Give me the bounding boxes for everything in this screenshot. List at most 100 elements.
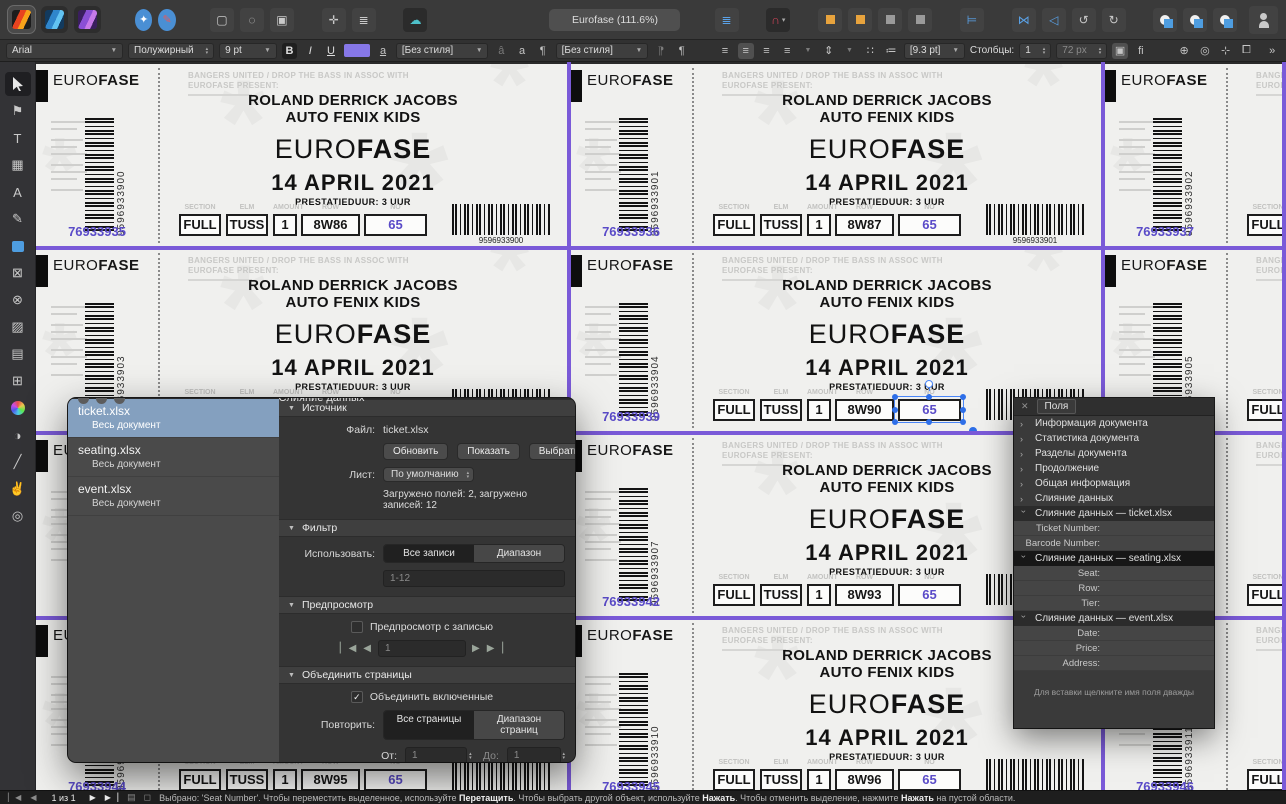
field-row[interactable]: Seat: [1014,566,1214,581]
box-frame-icon[interactable]: ▣ [270,8,294,32]
field-group[interactable]: ›Статистика документа [1014,431,1214,446]
ticket-number[interactable]: 76933944 [42,779,152,790]
bool-subtract-icon[interactable] [1183,8,1207,32]
field-group[interactable]: ›Слияние данных [1014,491,1214,506]
toolbar-overflow-chevron[interactable]: » [1264,43,1280,59]
show-button[interactable]: Показать [457,443,520,460]
ticket-number[interactable]: 76933942 [576,594,686,609]
pen-tool[interactable]: ✎ [5,207,31,231]
field-group[interactable]: ›Продолжение [1014,461,1214,476]
tier-box[interactable]: TUSS [760,584,802,606]
section-merge-pages[interactable]: ▼Объединить страницы [279,666,575,684]
zoom-tool[interactable]: ◎ [5,504,31,528]
baseline-grid-icon[interactable]: ⊕ [1176,43,1192,59]
source-item[interactable]: event.xlsx Весь документ [68,477,279,516]
italic-button[interactable]: I [302,43,318,59]
text-flow-icon[interactable]: ≣ [715,8,739,32]
affinity-photo-icon[interactable] [74,6,101,33]
underline-button[interactable]: U [323,43,339,59]
char-a-icon[interactable]: a [514,43,530,59]
source-item[interactable]: seating.xlsx Весь документ [68,438,279,477]
align-right-icon[interactable]: ≡ [759,43,775,59]
frame-properties-icon[interactable]: ▣ [1112,43,1128,59]
selection-handles[interactable] [894,396,964,423]
row-box[interactable]: 8W96 [835,769,894,790]
choose-button[interactable]: Выбрать [529,443,575,460]
align-left-icon[interactable]: ≡ [717,43,733,59]
char-style-select[interactable]: [Без стиля]▼ [396,43,489,59]
section-preview[interactable]: ▼Предпросмотр [279,596,575,614]
section-box[interactable]: FULL [179,214,221,236]
node-tool[interactable]: ⚑ [5,99,31,123]
field-row[interactable]: Price: [1014,641,1214,656]
bool-add-icon[interactable] [1153,8,1177,32]
align-icon[interactable]: ⊨ [960,8,984,32]
field-group[interactable]: ›Слияние данных — seating.xlsx [1014,551,1214,566]
ticket[interactable]: * EUROFASE 9596933900 76933935 * * * BAN… [36,64,570,247]
pilcrow-reverse-icon[interactable]: ¶ [653,43,669,59]
section-box[interactable]: FULL [179,769,221,790]
affinity-designer-icon[interactable] [41,6,68,33]
field-row[interactable]: Date: [1014,626,1214,641]
font-size-select[interactable]: 9 pt▼ [219,43,277,59]
page-next-button[interactable]: ▶ [90,793,97,802]
para-style-select[interactable]: [Без стиля]▼ [556,43,649,59]
amount-box[interactable]: 1 [807,584,831,606]
artistic-text-tool[interactable]: A [5,180,31,204]
seat-box[interactable]: 65 [898,584,961,606]
transparency-tool[interactable]: ◑ [5,423,31,447]
pin-icon[interactable]: ✛ [322,8,346,32]
picture-frame-rect-tool[interactable]: ⊠ [5,261,31,285]
pages-segmented[interactable]: Все страницыДиапазон страниц [383,710,565,740]
section-box[interactable]: FULL [713,584,755,606]
bullet-list-icon[interactable]: ∷ [862,43,878,59]
page-last-button[interactable]: ▶▕ [105,793,119,802]
char-clear-icon[interactable]: â [493,43,509,59]
field-group[interactable]: ›Разделы документа [1014,446,1214,461]
font-weight-select[interactable]: Полужирный▴▾ [128,43,214,59]
assets-hand-icon[interactable]: ☁ [403,8,427,32]
tier-box[interactable]: TUSS [226,214,268,236]
row-box[interactable]: 8W95 [301,769,360,790]
row-box[interactable]: 8W86 [301,214,360,236]
record-input[interactable]: 1 [378,640,466,657]
align-justify-icon[interactable]: ≡ [779,43,795,59]
sheet-select[interactable]: По умолчанию▴▾ [383,467,474,482]
field-row[interactable]: Address: [1014,656,1214,671]
from-input[interactable]: 1 [405,747,467,762]
field-row[interactable]: Barcode Number: [1014,536,1214,551]
ticket-number[interactable]: 76933936 [576,224,686,239]
records-segmented[interactable]: Все записиДиапазон [383,544,565,563]
section-box[interactable]: FULL [1247,584,1286,606]
leading-icon[interactable]: ⇕ [821,43,837,59]
record-first-button[interactable]: ▏◀ [340,643,357,654]
rectangle-tool[interactable] [5,234,31,258]
preview-eye-icon[interactable]: ◎ [1197,43,1213,59]
row-box[interactable]: 8W90 [835,399,894,421]
page-prev-button[interactable]: ◀ [30,793,37,802]
gutter-stepper[interactable]: 72 px▴▾ [1056,43,1107,59]
record-next-button[interactable]: ▶ [472,643,481,654]
font-family-select[interactable]: Arial▼ [6,43,123,59]
align-more-icon[interactable]: ▼ [800,43,816,59]
tier-box[interactable]: TUSS [760,769,802,790]
leading-select[interactable]: [9.3 pt]▼ [904,43,965,59]
page-first-button[interactable]: ▏◀ [8,793,22,802]
ligatures-icon[interactable]: fi [1133,43,1149,59]
amount-box[interactable]: 1 [273,214,297,236]
row-box[interactable]: 8W93 [835,584,894,606]
preview-checkbox[interactable] [351,621,363,633]
affinity-publisher-icon[interactable] [8,6,35,33]
columns-stepper[interactable]: 1▴▾ [1019,43,1051,59]
range-input[interactable]: 1-12 [383,570,565,587]
section-box[interactable]: FULL [713,399,755,421]
ellipse-frame-icon[interactable]: ◌ [240,8,264,32]
arrange-forward-icon[interactable] [848,8,872,32]
close-icon[interactable]: ✕ [1021,401,1029,412]
place-image-tool[interactable]: ▨ [5,315,31,339]
bold-button[interactable]: B [282,43,298,59]
view-hand-tool[interactable]: ✌ [5,477,31,501]
field-row[interactable]: Row: [1014,581,1214,596]
rotate-ccw-icon[interactable]: ↺ [1072,8,1096,32]
vector-crop-tool[interactable]: ⊞ [5,369,31,393]
